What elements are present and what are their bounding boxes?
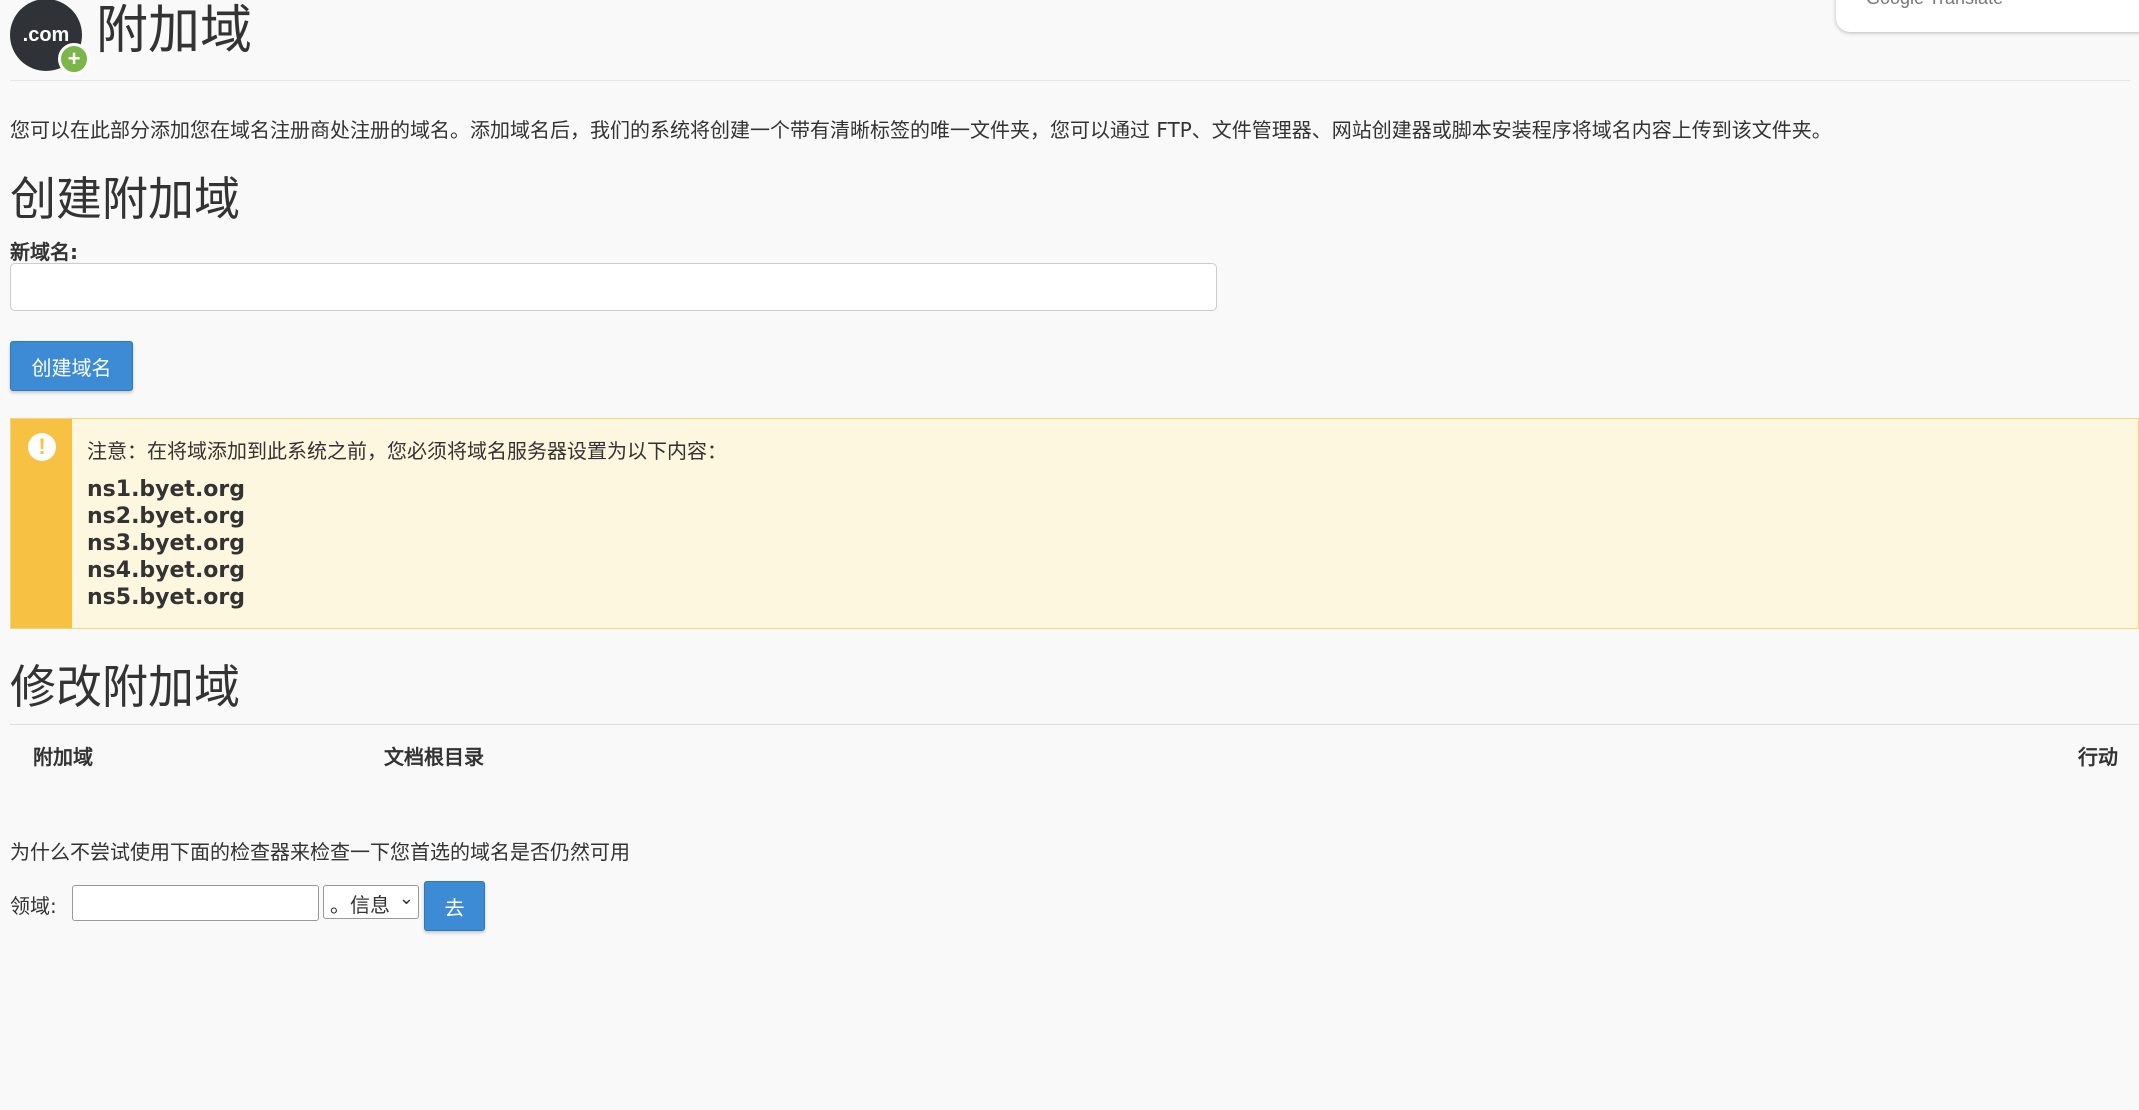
new-domain-input[interactable] <box>10 263 1217 311</box>
addon-domain-table-header: 附加域 文档根目录 行动 <box>10 724 2139 783</box>
column-document-root: 文档根目录 <box>384 745 484 769</box>
domain-check-input[interactable] <box>72 885 319 921</box>
translate-widget-label: Google Translate <box>1866 0 2003 9</box>
page-title: 附加域 <box>96 1 253 61</box>
nameserver-item: ns5.byet.org <box>87 585 246 610</box>
column-actions: 行动 <box>2078 745 2118 769</box>
create-domain-button[interactable]: 创建域名 <box>10 341 133 391</box>
go-button[interactable]: 去 <box>424 881 485 931</box>
alert-bar: ! <box>11 419 72 628</box>
page-header: .com + 附加域 <box>10 0 2130 81</box>
create-section-heading: 创建附加域 <box>10 172 240 226</box>
modify-section-heading: 修改附加域 <box>10 660 240 714</box>
domain-check-label: 领域: <box>10 894 57 918</box>
chevron-down-icon: ⌄ <box>398 888 414 909</box>
google-translate-widget[interactable]: Google Translate <box>1836 0 2139 32</box>
tld-select[interactable]: 。信息 ⌄ <box>323 885 419 919</box>
domain-check-prompt: 为什么不尝试使用下面的检查器来检查一下您首选的域名是否仍然可用 <box>10 840 630 864</box>
tld-selected-value: 。信息 <box>330 893 390 917</box>
nameserver-notice: ! 注意：在将域添加到此系统之前，您必须将域名服务器设置为以下内容： ns1.b… <box>10 418 2139 629</box>
nameserver-item: ns2.byet.org <box>87 504 246 529</box>
nameserver-item: ns4.byet.org <box>87 558 246 583</box>
plus-badge-icon: + <box>58 43 90 75</box>
addon-domain-logo-icon: .com + <box>10 0 90 75</box>
logo-text: .com <box>22 23 70 46</box>
nameserver-list: ns1.byet.org ns2.byet.org ns3.byet.org n… <box>87 476 245 611</box>
nameserver-item: ns3.byet.org <box>87 531 246 556</box>
intro-text: 您可以在此部分添加您在域名注册商处注册的域名。添加域名后，我们的系统将创建一个带… <box>10 118 1832 142</box>
nameserver-item: ns1.byet.org <box>87 477 246 502</box>
new-domain-label: 新域名: <box>10 240 78 264</box>
column-addon-domain: 附加域 <box>33 745 93 769</box>
notice-text: 注意：在将域添加到此系统之前，您必须将域名服务器设置为以下内容： <box>87 439 727 463</box>
exclamation-icon: ! <box>28 433 56 461</box>
